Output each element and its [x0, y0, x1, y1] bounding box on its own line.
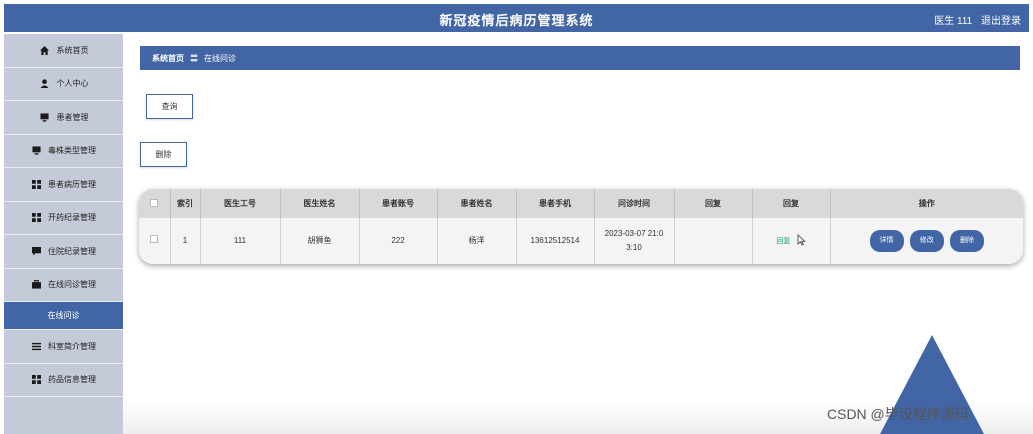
- user-label: 医生 111: [934, 16, 973, 27]
- column-header: 患者姓名: [437, 189, 517, 218]
- column-header: 回复: [674, 189, 753, 218]
- column-header: 医生工号: [200, 189, 281, 218]
- reply-text-cell: [674, 218, 753, 264]
- sidebar-item-label: 在线问诊: [47, 311, 80, 320]
- column-header: 医生姓名: [280, 189, 360, 218]
- actions-cell: 详情 修改 删除: [830, 218, 1023, 264]
- sidebar-item-label: 系统首页: [56, 45, 89, 55]
- delete-button[interactable]: 删除: [140, 142, 187, 167]
- detail-button[interactable]: 详情: [869, 230, 904, 252]
- sidebar-item-strain[interactable]: 毒株类型管理: [4, 135, 123, 168]
- sidebar-item-hospitalization[interactable]: 住院纪录管理: [4, 235, 123, 269]
- breadcrumb-home[interactable]: 系统首页: [152, 53, 184, 64]
- breadcrumb-current: 在线问诊: [204, 53, 236, 63]
- sidebar-item-prescription[interactable]: 开药纪录管理: [4, 202, 123, 235]
- sidebar-item-patients[interactable]: 患者管理: [4, 101, 123, 135]
- patient-account-cell: 222: [359, 218, 438, 264]
- column-header: 患者手机: [516, 189, 595, 218]
- sidebar-item-department[interactable]: 科室简介管理: [4, 330, 123, 364]
- sidebar-item-label: 患者病历管理: [48, 179, 96, 189]
- grid-icon: [30, 375, 42, 385]
- top-header: 新冠疫情后病历管理系统 医生 111 退出登录: [4, 4, 1029, 32]
- grid-icon: [30, 213, 42, 223]
- monitor-icon: [30, 146, 42, 156]
- row-select-cell: [139, 218, 171, 264]
- list-icon: [30, 341, 42, 351]
- home-icon: [39, 45, 51, 55]
- time-line-1: 2023-03-07 21:0: [604, 229, 664, 238]
- row-checkbox[interactable]: [150, 235, 159, 243]
- sidebar-item-label: 药品信息管理: [48, 375, 96, 385]
- patient-name-cell: 杨洋: [437, 218, 517, 264]
- sidebar-item-label: 患者管理: [56, 112, 89, 122]
- select-all-header: [139, 189, 171, 218]
- edit-button[interactable]: 修改: [909, 230, 944, 252]
- column-header: 问诊时间: [594, 189, 675, 218]
- query-button[interactable]: 查询: [146, 94, 193, 119]
- user-area: 医生 111 退出登录: [928, 12, 1021, 27]
- sidebar: 系统首页 个人中心 患者管理 毒株类型管理 患者病历管理 开药纪录管理 住院纪录…: [4, 34, 123, 434]
- mouse-cursor-icon: [797, 234, 806, 246]
- sidebar-item-label: 科室简介管理: [48, 341, 96, 351]
- briefcase-icon: [30, 280, 42, 290]
- column-header: 回复: [752, 189, 831, 218]
- sidebar-item-label: 住院纪录管理: [48, 246, 96, 256]
- consultation-table: 索引 医生工号 医生姓名 患者账号 患者姓名 患者手机 问诊时间 回复 回复 操…: [139, 189, 1023, 264]
- monitor-icon: [39, 112, 51, 122]
- sidebar-item-records[interactable]: 患者病历管理: [4, 168, 123, 202]
- sidebar-item-home[interactable]: 系统首页: [4, 34, 123, 68]
- sidebar-item-label: 在线问诊管理: [48, 280, 96, 290]
- index-cell: 1: [170, 218, 201, 264]
- logout-link[interactable]: 退出登录: [981, 16, 1021, 27]
- sidebar-item-online-consult[interactable]: 在线问诊: [4, 302, 123, 330]
- sidebar-item-label: 毒株类型管理: [48, 146, 96, 156]
- sidebar-item-medicine[interactable]: 药品信息管理: [4, 364, 123, 397]
- table-header-row: 索引 医生工号 医生姓名 患者账号 患者姓名 患者手机 问诊时间 回复 回复 操…: [139, 189, 1023, 218]
- doctor-name-cell: 胡狮鱼: [280, 218, 360, 264]
- user-icon: [39, 79, 51, 89]
- doctor-id-cell: 111: [200, 218, 281, 264]
- sidebar-item-profile[interactable]: 个人中心: [4, 68, 123, 101]
- time-line-2: 3:10: [626, 243, 642, 252]
- column-header: 操作: [830, 189, 1023, 218]
- patient-phone-cell: 13612512514: [516, 218, 595, 264]
- reply-link-cell: 回复: [752, 218, 831, 264]
- reply-link[interactable]: 回复: [776, 238, 790, 245]
- app-title: 新冠疫情后病历管理系统: [439, 13, 594, 28]
- select-all-checkbox[interactable]: [150, 198, 159, 207]
- chat-icon: [30, 246, 42, 256]
- consult-time-cell: 2023-03-07 21:0 3:10: [594, 218, 675, 264]
- table-row: 1 111 胡狮鱼 222 杨洋 13612512514 2023-03-07 …: [139, 218, 1023, 264]
- grid-icon: [30, 179, 42, 189]
- sidebar-item-label: 开药纪录管理: [48, 213, 96, 223]
- row-delete-button[interactable]: 删除: [949, 230, 984, 252]
- sidebar-item-label: 个人中心: [56, 79, 89, 89]
- breadcrumb: 系统首页 〓 在线问诊: [140, 46, 1020, 70]
- breadcrumb-separator: 〓: [190, 53, 198, 63]
- column-header: 索引: [170, 189, 201, 218]
- column-header: 患者账号: [359, 189, 438, 218]
- sidebar-item-consult-manage[interactable]: 在线问诊管理: [4, 269, 123, 302]
- watermark: CSDN @毕设程序源码: [827, 406, 969, 422]
